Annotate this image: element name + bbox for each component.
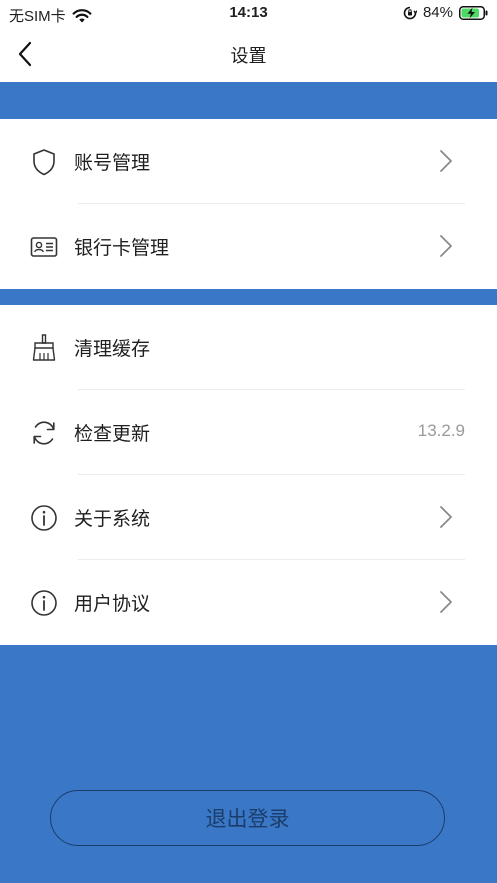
- user-agreement-row[interactable]: 用户协议: [0, 560, 497, 645]
- bank-card-management-row[interactable]: 银行卡管理: [0, 204, 497, 289]
- page-title: 设置: [230, 46, 267, 67]
- check-update-row[interactable]: 检查更新 13.2.9: [0, 390, 497, 475]
- info-icon: [31, 590, 57, 616]
- shield-icon: [33, 149, 55, 176]
- battery-charging-icon: [459, 5, 488, 20]
- user-agreement-label: 用户协议: [74, 593, 151, 615]
- battery-percent: 84%: [422, 4, 453, 21]
- about-system-row[interactable]: 关于系统: [0, 475, 497, 560]
- nav-bar: 设置: [0, 28, 497, 82]
- account-management-row[interactable]: 账号管理: [0, 119, 497, 204]
- chevron-right-icon: [440, 591, 452, 613]
- broom-icon: [32, 334, 56, 361]
- bank-card-management-label: 银行卡管理: [74, 237, 170, 259]
- chevron-right-icon: [440, 235, 452, 257]
- version-value: 13.2.9: [417, 421, 465, 440]
- refresh-icon: [33, 421, 55, 445]
- orientation-lock-icon: [403, 6, 417, 19]
- clear-cache-row[interactable]: 清理缓存: [0, 305, 497, 390]
- about-system-label: 关于系统: [74, 508, 151, 530]
- logout-button[interactable]: 退出登录: [50, 790, 445, 846]
- info-icon: [31, 505, 57, 531]
- id-card-icon: [30, 237, 58, 257]
- status-bar: 无SIM卡 14:13 84%: [0, 0, 497, 28]
- settings-group-account: 账号管理 银行卡管理: [0, 119, 497, 289]
- account-management-label: 账号管理: [74, 152, 151, 174]
- status-right: 84%: [403, 4, 489, 21]
- chevron-right-icon: [440, 506, 452, 528]
- chevron-right-icon: [440, 150, 452, 172]
- check-update-label: 检查更新: [74, 423, 151, 445]
- clear-cache-label: 清理缓存: [74, 338, 151, 360]
- settings-group-system: 清理缓存 检查更新 13.2.9 关于系统 用户协议: [0, 305, 497, 645]
